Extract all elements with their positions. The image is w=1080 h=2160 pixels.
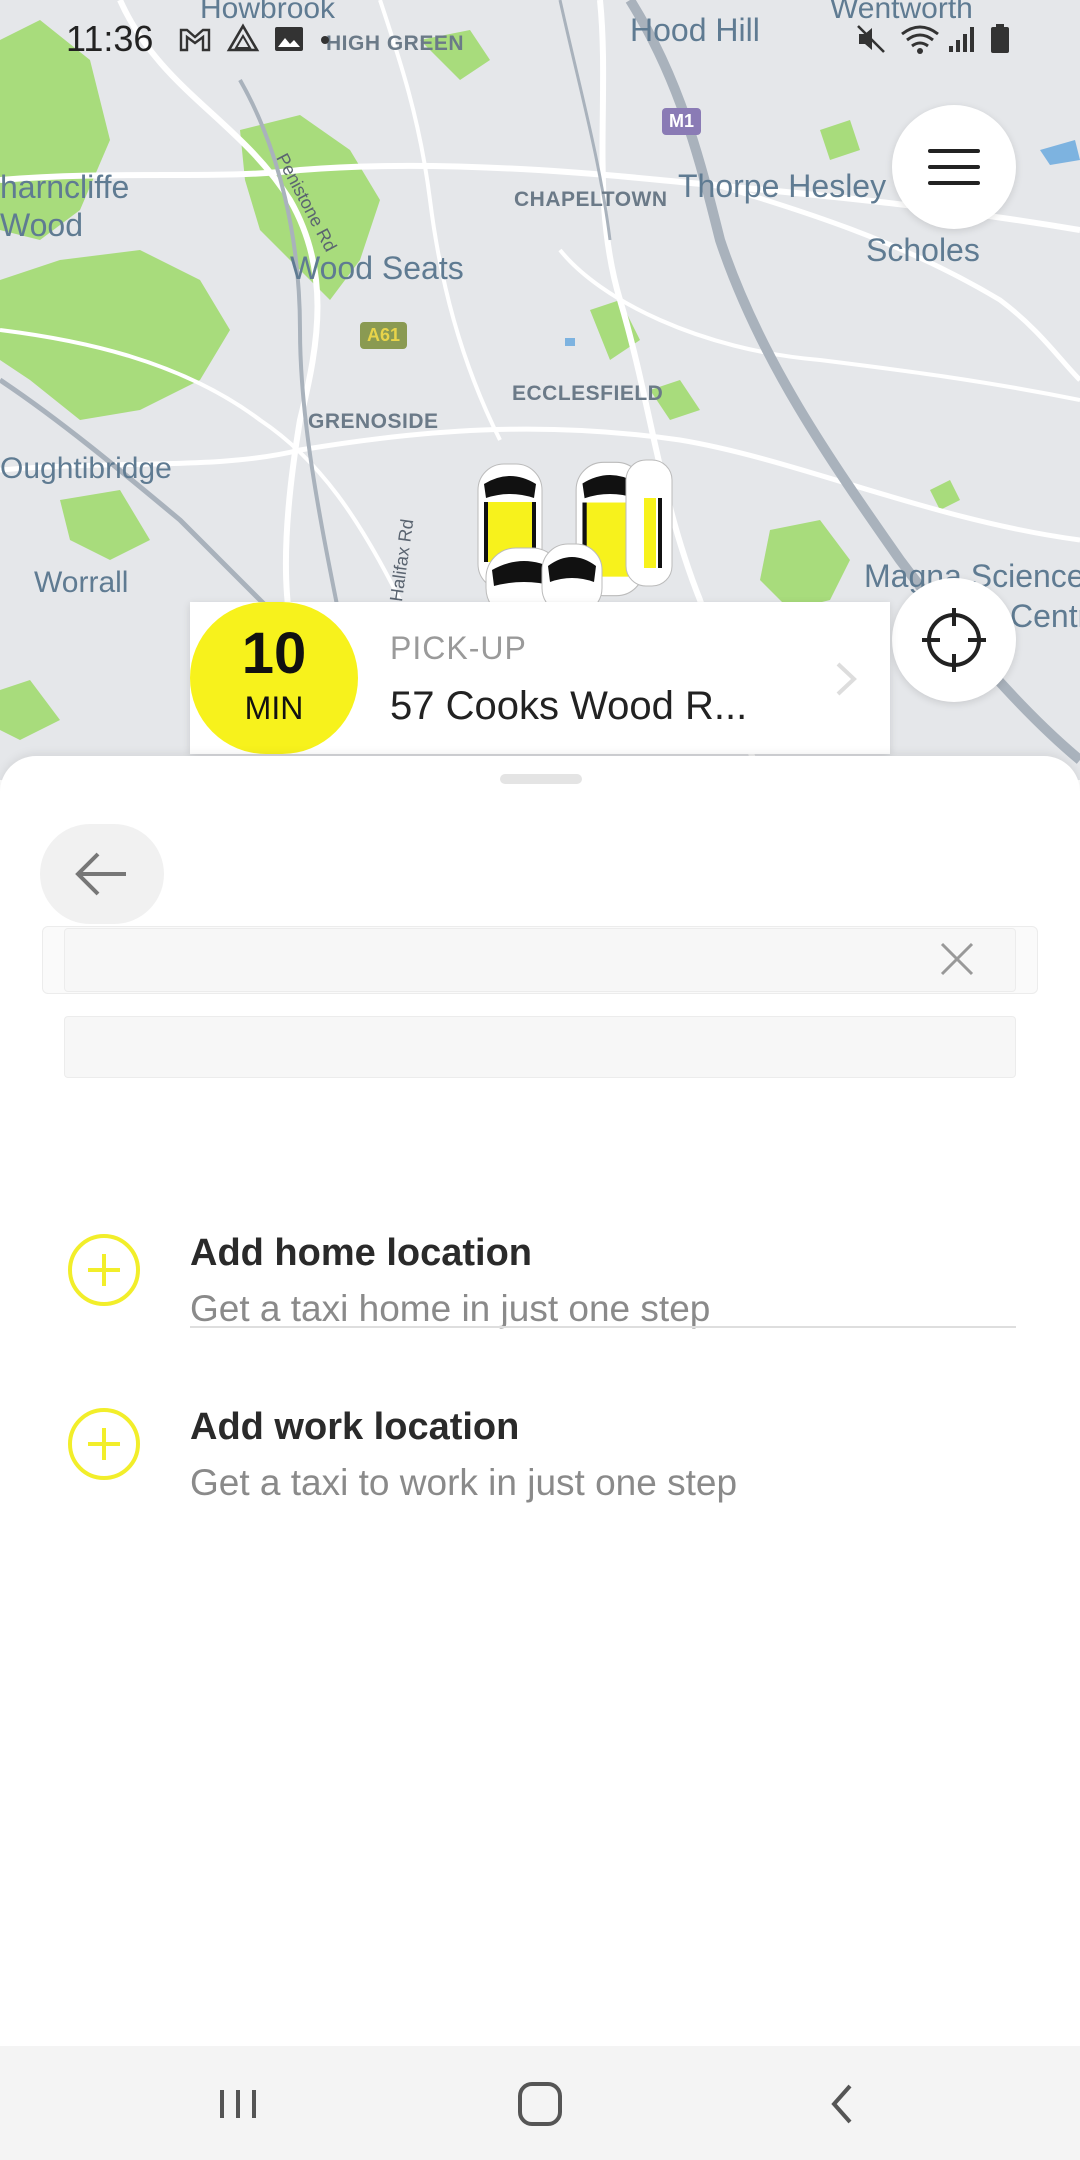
battery-icon	[991, 24, 1009, 53]
mute-icon	[857, 25, 885, 53]
map-label-chapeltown: CHAPELTOWN	[514, 188, 668, 211]
wifi-icon	[901, 25, 939, 54]
back-button[interactable]	[40, 824, 164, 924]
m1-road-shield: M1	[662, 108, 702, 135]
hamburger-line	[928, 149, 980, 153]
add-circle-icon	[68, 1408, 140, 1480]
gallery-icon	[275, 27, 303, 51]
home-location-title: Add home location	[190, 1232, 532, 1274]
hamburger-line	[928, 165, 980, 169]
add-home-location-item[interactable]: Add home location Get a taxi home in jus…	[0, 1196, 1080, 1356]
taxi-car-icon	[541, 543, 603, 602]
map-label-ecclesfield: ECCLESFIELD	[512, 382, 664, 405]
map-label-wharncliffe-wood: harncliffe Wood	[0, 169, 130, 243]
map-label-scholes: Scholes	[866, 232, 980, 268]
map-label-wood-seats: Wood Seats	[290, 250, 464, 286]
taxi-car-icon	[625, 459, 673, 587]
drive-icon	[226, 23, 260, 52]
locate-me-button[interactable]	[892, 578, 1016, 702]
map-label-centre: Centr	[1010, 598, 1080, 634]
map-label-worrall: Worrall	[34, 566, 129, 599]
menu-button[interactable]	[892, 105, 1016, 229]
a61-road-shield: A61	[360, 322, 408, 349]
map-label-grenoside: GRENOSIDE	[308, 410, 439, 433]
clear-button[interactable]	[932, 934, 982, 984]
crosshair-icon	[922, 608, 986, 672]
back-nav-icon[interactable]	[812, 2076, 872, 2132]
recent-apps-icon[interactable]	[208, 2076, 268, 2132]
status-time: 11:36	[66, 18, 154, 59]
eta-value: 10	[241, 621, 307, 686]
system-navigation-bar	[0, 2046, 1080, 2160]
close-icon	[940, 942, 974, 976]
pickup-label: PICK-UP	[390, 630, 527, 666]
sheet-drag-handle[interactable]	[500, 774, 582, 784]
work-location-subtitle: Get a taxi to work in just one step	[190, 1462, 738, 1503]
home-icon[interactable]	[510, 2076, 570, 2132]
eta-unit: MIN	[244, 690, 304, 726]
arrow-left-icon	[75, 852, 126, 896]
list-divider	[190, 1326, 1016, 1328]
signal-icon	[949, 27, 974, 52]
eta-badge: 10 MIN	[190, 602, 358, 754]
add-circle-icon	[68, 1234, 140, 1306]
map-label-thorpe-hesley: Thorpe Hesley	[678, 168, 887, 204]
pickup-search-input[interactable]	[64, 928, 1016, 992]
hamburger-line	[928, 181, 980, 185]
map-label-oughtibridge: Oughtibridge	[0, 452, 172, 485]
add-work-location-item[interactable]: Add work location Get a taxi to work in …	[0, 1370, 1080, 1530]
gmail-icon	[179, 28, 211, 52]
bottom-sheet: Add home location Get a taxi home in jus…	[0, 756, 1080, 2046]
destination-search-input[interactable]	[64, 1016, 1016, 1078]
pickup-address[interactable]: 57 Cooks Wood R...	[390, 684, 747, 729]
status-bar: 11:36	[0, 0, 1080, 80]
work-location-title: Add work location	[190, 1406, 520, 1448]
home-location-subtitle: Get a taxi home in just one step	[190, 1288, 711, 1329]
notification-dot-icon	[321, 36, 329, 44]
chevron-right-icon	[836, 662, 857, 696]
